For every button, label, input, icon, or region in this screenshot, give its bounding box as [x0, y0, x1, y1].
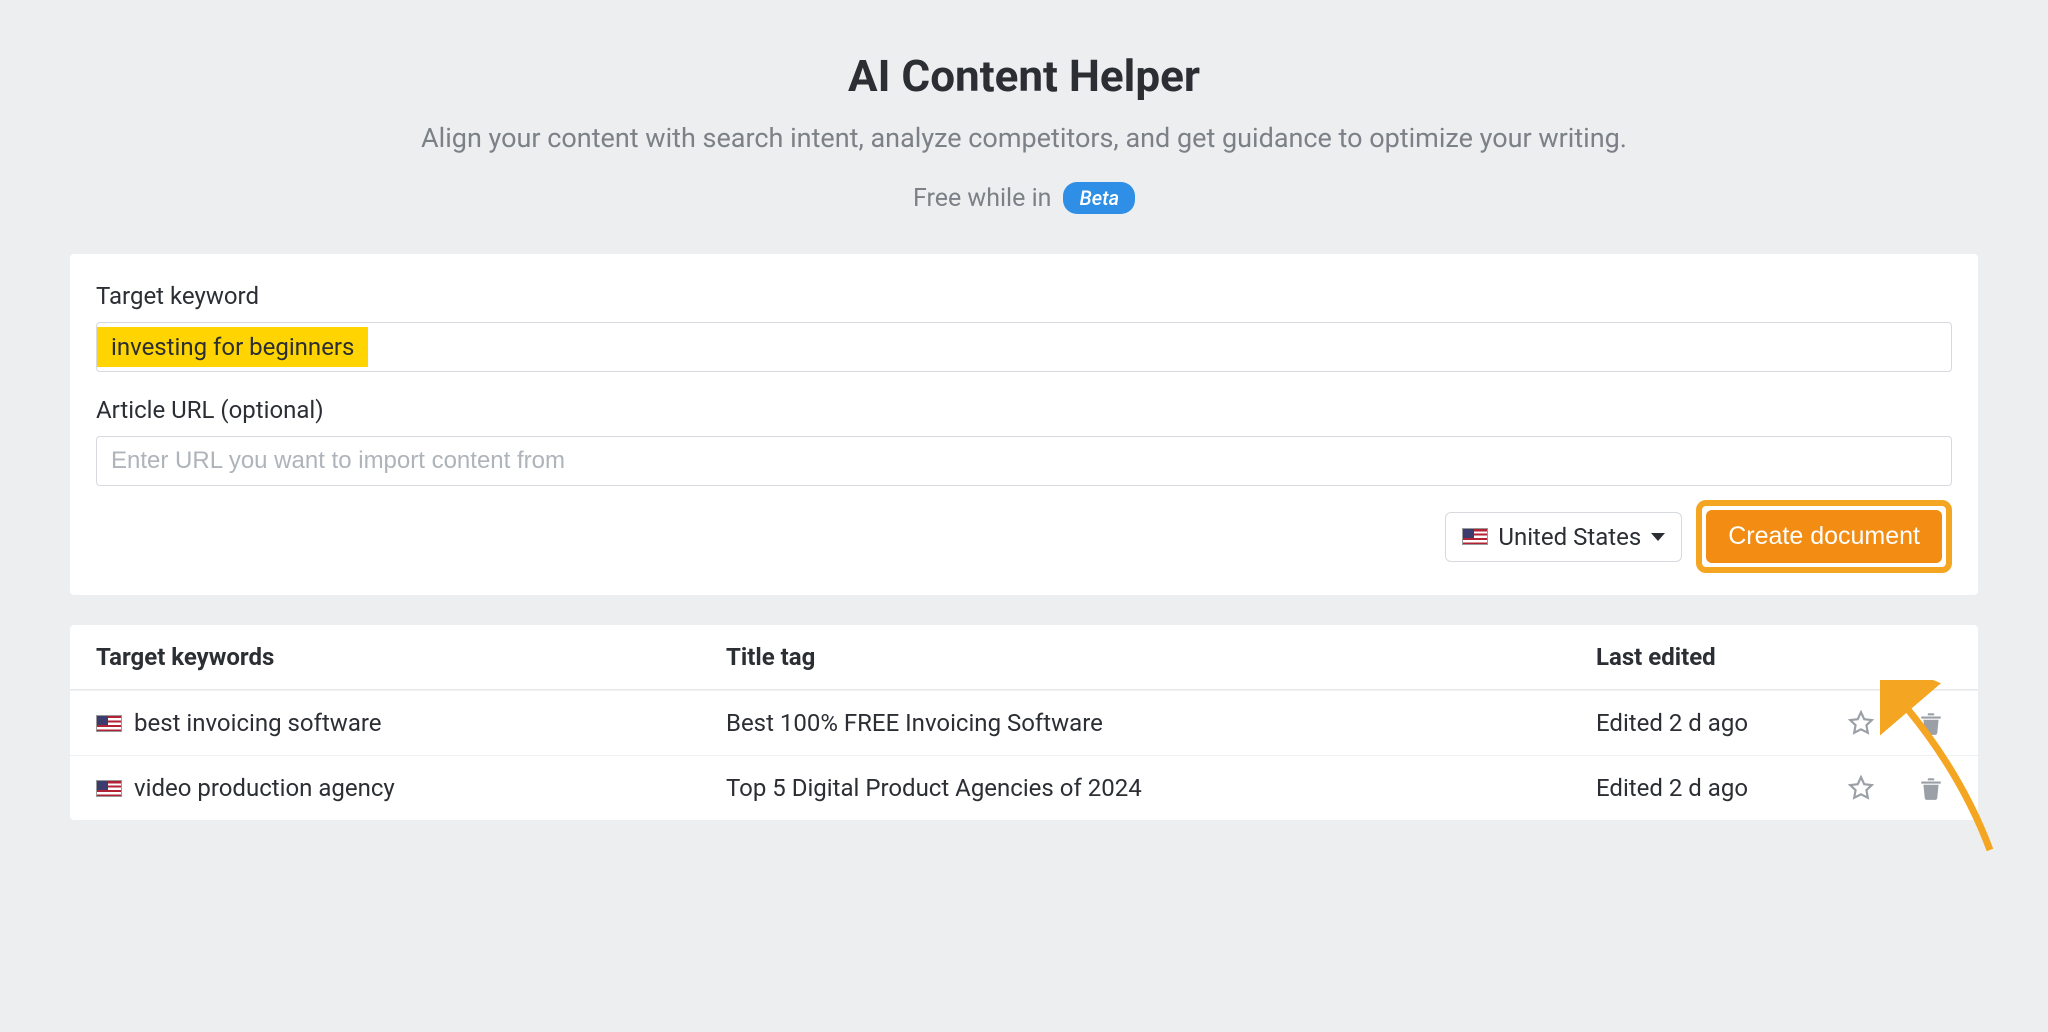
- col-header-title-tag: Title tag: [726, 643, 1596, 671]
- page-title: AI Content Helper: [70, 50, 1978, 102]
- page-subtitle: Align your content with search intent, a…: [70, 122, 1978, 154]
- row-title-tag: Best 100% FREE Invoicing Software: [726, 709, 1596, 737]
- trash-icon: [1918, 775, 1944, 801]
- row-last-edited: Edited 2 d ago: [1596, 709, 1826, 737]
- free-while-in-text: Free while in: [913, 184, 1052, 213]
- row-keyword: best invoicing software: [134, 709, 382, 737]
- row-title-tag: Top 5 Digital Product Agencies of 2024: [726, 774, 1596, 802]
- page-header: AI Content Helper Align your content wit…: [70, 50, 1978, 214]
- star-icon: [1848, 775, 1874, 801]
- country-select[interactable]: United States: [1445, 512, 1682, 562]
- target-keyword-value: investing for beginners: [97, 327, 368, 367]
- country-label: United States: [1498, 523, 1641, 551]
- favorite-button[interactable]: [1826, 710, 1896, 736]
- beta-row: Free while in Beta: [70, 182, 1978, 214]
- table-header-row: Target keywords Title tag Last edited: [70, 625, 1978, 690]
- flag-us-icon: [96, 715, 122, 732]
- beta-badge: Beta: [1063, 182, 1135, 214]
- target-keyword-input[interactable]: investing for beginners: [96, 322, 1952, 372]
- delete-button[interactable]: [1896, 775, 1966, 801]
- article-url-input[interactable]: [97, 439, 1951, 483]
- delete-button[interactable]: [1896, 710, 1966, 736]
- col-header-last-edited: Last edited: [1596, 643, 1826, 671]
- table-row[interactable]: best invoicing software Best 100% FREE I…: [70, 690, 1978, 755]
- flag-us-icon: [1462, 528, 1488, 545]
- create-document-card: Target keyword investing for beginners A…: [70, 254, 1978, 595]
- chevron-down-icon: [1651, 533, 1665, 541]
- table-row[interactable]: video production agency Top 5 Digital Pr…: [70, 755, 1978, 820]
- col-header-keywords: Target keywords: [96, 643, 726, 671]
- documents-table: Target keywords Title tag Last edited be…: [70, 625, 1978, 820]
- article-url-label: Article URL (optional): [96, 396, 1952, 424]
- star-icon: [1848, 710, 1874, 736]
- target-keyword-label: Target keyword: [96, 282, 1952, 310]
- trash-icon: [1918, 710, 1944, 736]
- row-keyword: video production agency: [134, 774, 395, 802]
- favorite-button[interactable]: [1826, 775, 1896, 801]
- row-last-edited: Edited 2 d ago: [1596, 774, 1826, 802]
- flag-us-icon: [96, 780, 122, 797]
- create-document-button[interactable]: Create document: [1706, 510, 1942, 563]
- create-button-callout: Create document: [1696, 500, 1952, 573]
